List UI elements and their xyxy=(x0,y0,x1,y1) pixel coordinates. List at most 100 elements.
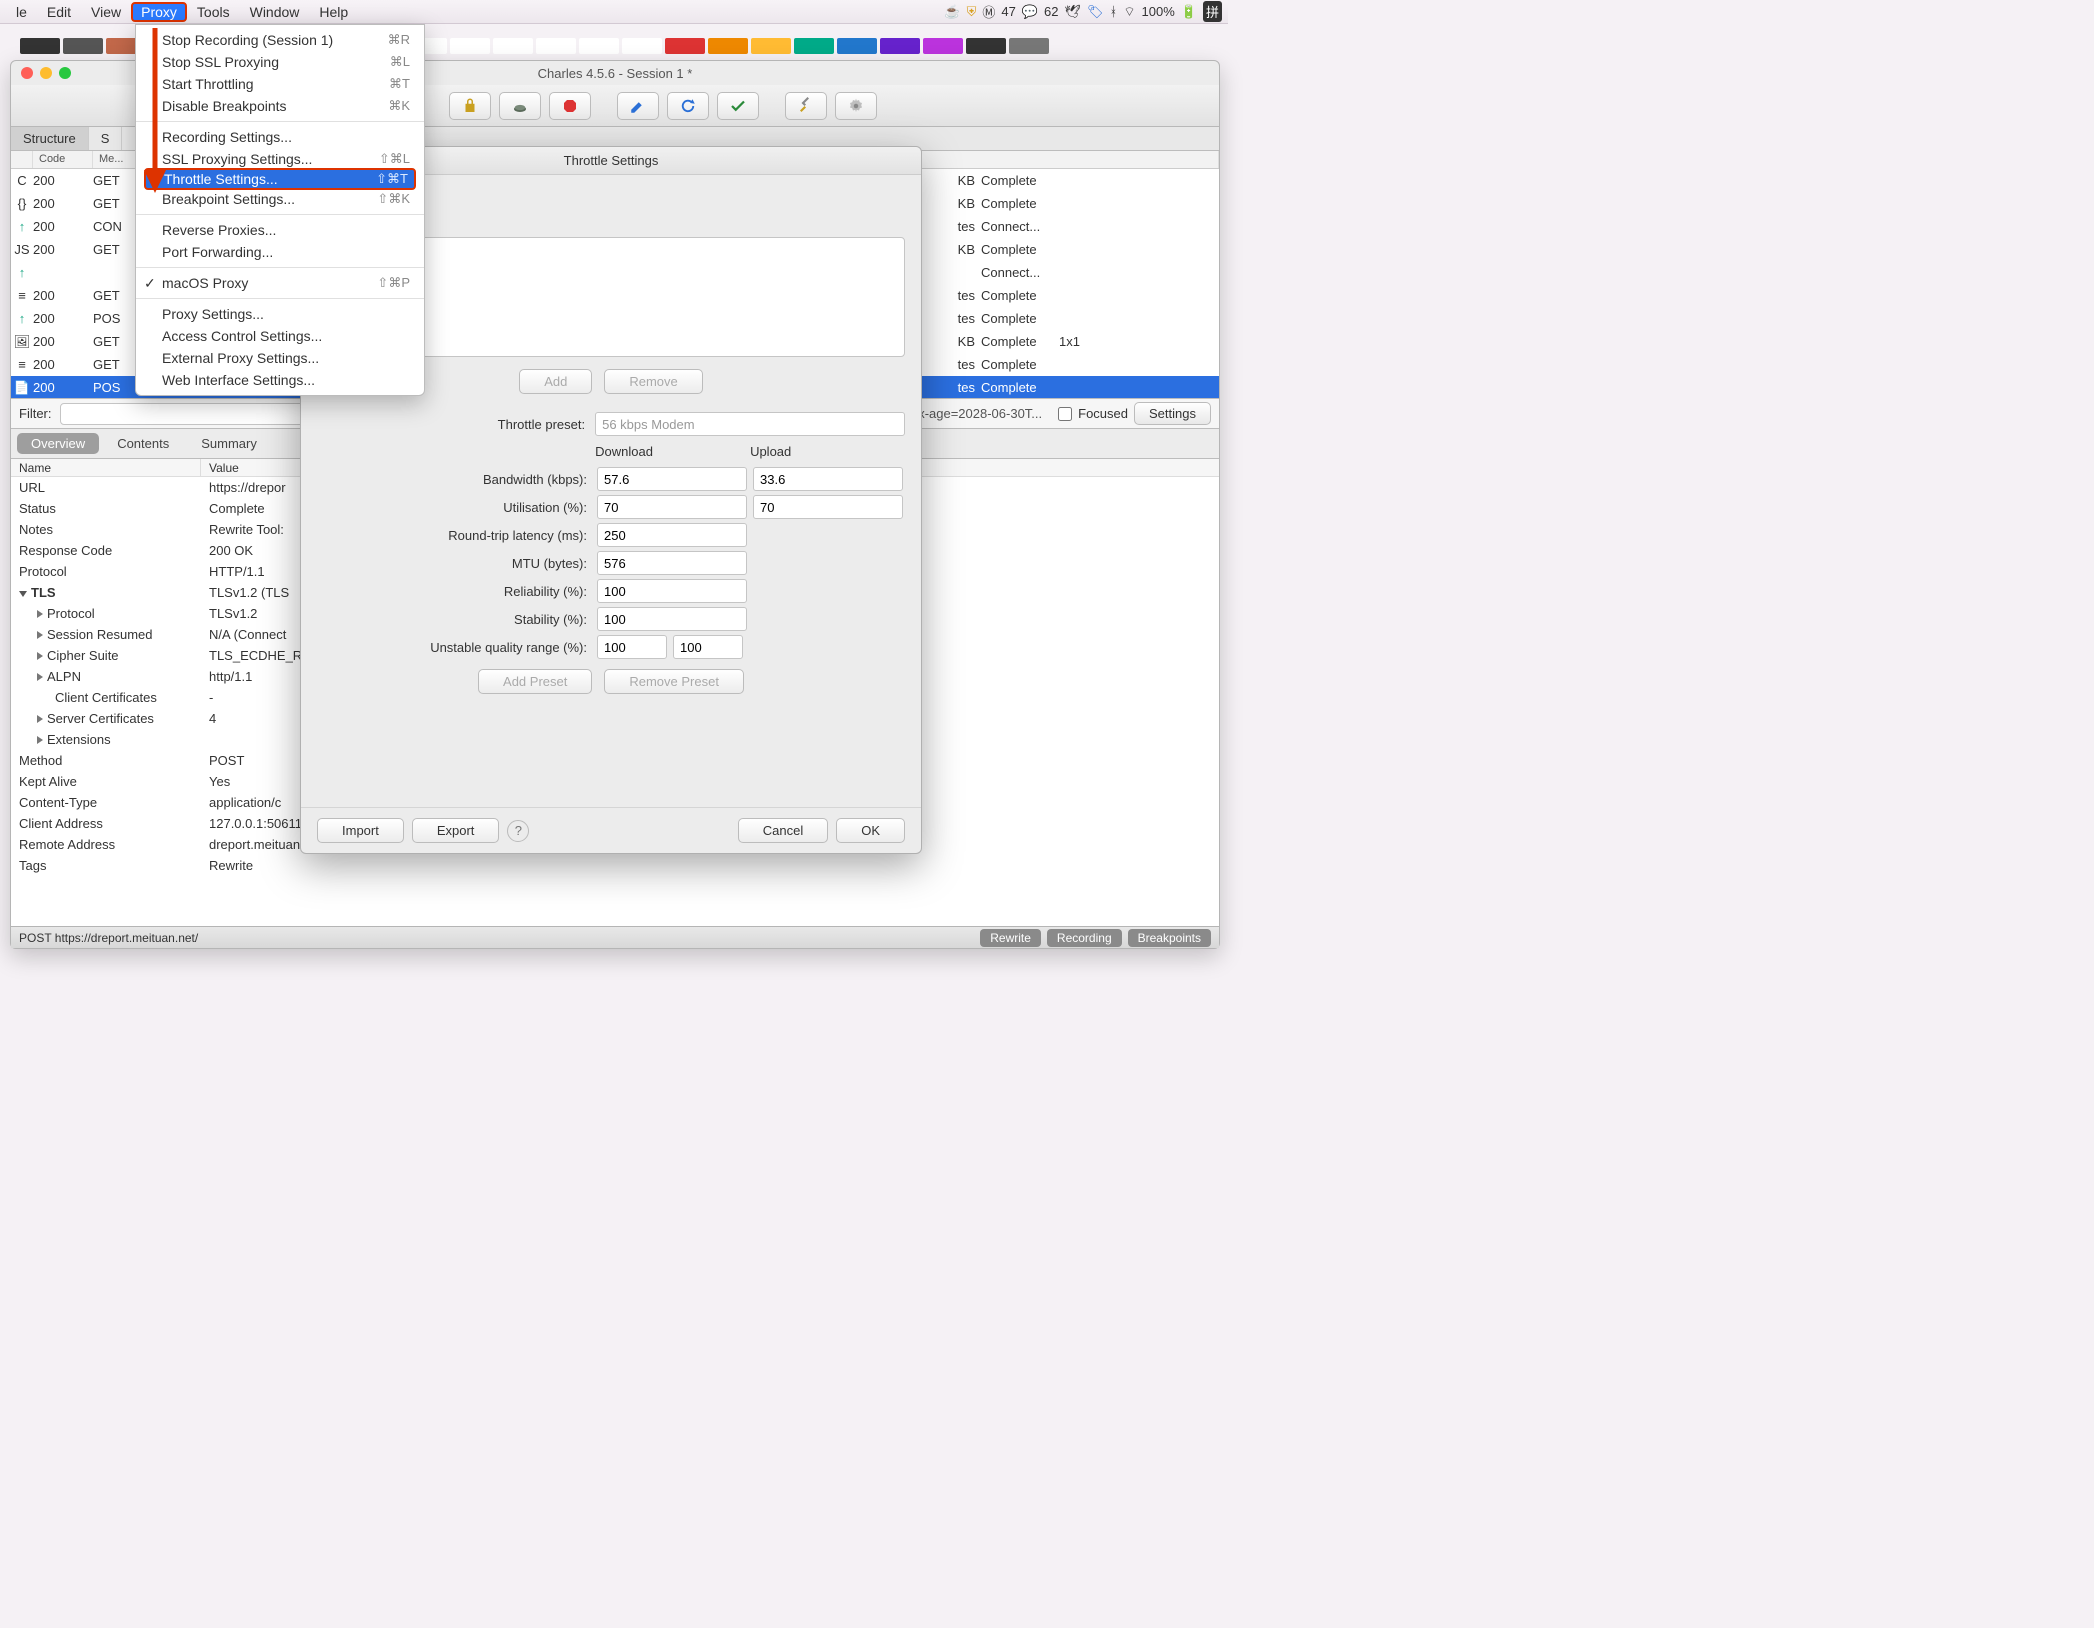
import-button[interactable]: Import xyxy=(317,818,404,843)
remove-host-button[interactable]: Remove xyxy=(604,369,702,394)
wechat-icon: 💬 xyxy=(1022,4,1038,20)
menu-item[interactable]: ✓macOS Proxy⇧⌘P xyxy=(136,272,424,294)
window-title: Charles 4.5.6 - Session 1 * xyxy=(538,66,693,81)
validate-button[interactable] xyxy=(717,92,759,120)
shield-icon: ⛨ xyxy=(967,4,977,20)
color-chip xyxy=(923,38,963,54)
color-chip xyxy=(536,38,576,54)
throttle-button[interactable] xyxy=(499,92,541,120)
menu-view[interactable]: View xyxy=(81,2,131,22)
menu-item[interactable]: Stop Recording (Session 1)⌘R xyxy=(136,29,424,51)
bird-icon: 🕊 xyxy=(1064,4,1081,20)
zoom-icon[interactable] xyxy=(59,67,71,79)
preset-label: Throttle preset: xyxy=(317,417,595,432)
wifi-icon: ⌔ xyxy=(1123,4,1135,20)
add-host-button[interactable]: Add xyxy=(519,369,592,394)
breakpoint-button[interactable] xyxy=(549,92,591,120)
menubar: le Edit View Proxy Tools Window Help ☕ ⛨… xyxy=(0,0,1228,24)
menu-item[interactable]: External Proxy Settings... xyxy=(136,347,424,369)
col-upload: Upload xyxy=(750,444,905,459)
throttle-input[interactable] xyxy=(597,523,747,547)
menu-item[interactable]: Web Interface Settings... xyxy=(136,369,424,391)
traffic-lights[interactable] xyxy=(21,67,71,79)
throttle-input[interactable] xyxy=(753,495,903,519)
color-chip xyxy=(966,38,1006,54)
battery-text: 100% xyxy=(1142,4,1175,19)
tab-summary[interactable]: Summary xyxy=(187,433,271,454)
throttle-input[interactable] xyxy=(597,467,747,491)
throttle-input[interactable] xyxy=(753,467,903,491)
color-chip xyxy=(450,38,490,54)
menu-item[interactable]: Recording Settings... xyxy=(136,126,424,148)
throttle-field-row: Round-trip latency (ms): xyxy=(317,523,905,547)
col-download: Download xyxy=(595,444,750,459)
pill-breakpoints[interactable]: Breakpoints xyxy=(1128,929,1211,947)
throttle-input[interactable] xyxy=(673,635,743,659)
remove-preset-button[interactable]: Remove Preset xyxy=(604,669,744,694)
minimize-icon[interactable] xyxy=(40,67,52,79)
color-chip xyxy=(1009,38,1049,54)
pill-recording[interactable]: Recording xyxy=(1047,929,1122,947)
ime-icon[interactable]: 拼 xyxy=(1203,1,1222,22)
menu-item[interactable]: Start Throttling⌘T xyxy=(136,73,424,95)
menu-edit[interactable]: Edit xyxy=(37,2,81,22)
repeat-button[interactable] xyxy=(667,92,709,120)
tab-overview[interactable]: Overview xyxy=(17,433,99,454)
tab-structure[interactable]: Structure xyxy=(11,127,89,150)
menu-item[interactable]: Stop SSL Proxying⌘L xyxy=(136,51,424,73)
detail-row[interactable]: TagsRewrite xyxy=(11,855,1219,876)
menubar-status: ☕ ⛨ Ⓜ47 💬62 🕊 🏷 ᚼ ⌔ 100% 🔋 拼 xyxy=(944,1,1222,22)
cancel-button[interactable]: Cancel xyxy=(738,818,828,843)
pill-rewrite[interactable]: Rewrite xyxy=(980,929,1041,947)
throttle-input[interactable] xyxy=(597,579,747,603)
color-chip xyxy=(63,38,103,54)
color-chip xyxy=(880,38,920,54)
m-icon: Ⓜ xyxy=(982,2,995,21)
tab-sequence[interactable]: S xyxy=(89,127,123,150)
menu-proxy[interactable]: Proxy xyxy=(131,2,187,22)
menu-help[interactable]: Help xyxy=(309,2,358,22)
menu-item[interactable]: Breakpoint Settings...⇧⌘K xyxy=(136,188,424,210)
menu-item[interactable]: SSL Proxying Settings...⇧⌘L xyxy=(136,148,424,170)
focused-checkbox[interactable] xyxy=(1058,407,1072,421)
edit-button[interactable] xyxy=(617,92,659,120)
color-chip xyxy=(751,38,791,54)
color-chip xyxy=(493,38,533,54)
throttle-input[interactable] xyxy=(597,607,747,631)
tab-contents[interactable]: Contents xyxy=(103,433,183,454)
tag-icon: 🏷 xyxy=(1087,4,1104,20)
color-chip xyxy=(665,38,705,54)
settings-button-filter[interactable]: Settings xyxy=(1134,402,1211,425)
menu-item[interactable]: Proxy Settings... xyxy=(136,303,424,325)
throttle-field-row: Unstable quality range (%): xyxy=(317,635,905,659)
menu-apple[interactable]: le xyxy=(6,2,37,22)
throttle-input[interactable] xyxy=(597,635,667,659)
menu-item[interactable]: Throttle Settings...⇧⌘T xyxy=(144,168,416,190)
throttle-field-row: Reliability (%): xyxy=(317,579,905,603)
throttle-input[interactable] xyxy=(597,551,747,575)
throttle-field-row: Utilisation (%): xyxy=(317,495,905,519)
menu-item[interactable]: Access Control Settings... xyxy=(136,325,424,347)
throttle-field-row: Bandwidth (kbps): xyxy=(317,467,905,491)
menu-tools[interactable]: Tools xyxy=(187,2,240,22)
menu-item[interactable]: Disable Breakpoints⌘K xyxy=(136,95,424,117)
close-icon[interactable] xyxy=(21,67,33,79)
preset-select[interactable]: 56 kbps Modem xyxy=(595,412,905,436)
export-button[interactable]: Export xyxy=(412,818,500,843)
tools-button[interactable] xyxy=(785,92,827,120)
menu-item[interactable]: Reverse Proxies... xyxy=(136,219,424,241)
help-button[interactable]: ? xyxy=(507,820,529,842)
bluetooth-icon: ᚼ xyxy=(1110,4,1118,19)
settings-button[interactable] xyxy=(835,92,877,120)
lock-button[interactable] xyxy=(449,92,491,120)
throttle-input[interactable] xyxy=(597,495,747,519)
color-chip xyxy=(622,38,662,54)
menu-window[interactable]: Window xyxy=(240,2,310,22)
status-bar: POST https://dreport.meituan.net/ Rewrit… xyxy=(11,926,1219,948)
menu-item[interactable]: Port Forwarding... xyxy=(136,241,424,263)
ok-button[interactable]: OK xyxy=(836,818,905,843)
color-chip xyxy=(794,38,834,54)
filter-label: Filter: xyxy=(19,406,52,421)
add-preset-button[interactable]: Add Preset xyxy=(478,669,592,694)
color-chip xyxy=(579,38,619,54)
